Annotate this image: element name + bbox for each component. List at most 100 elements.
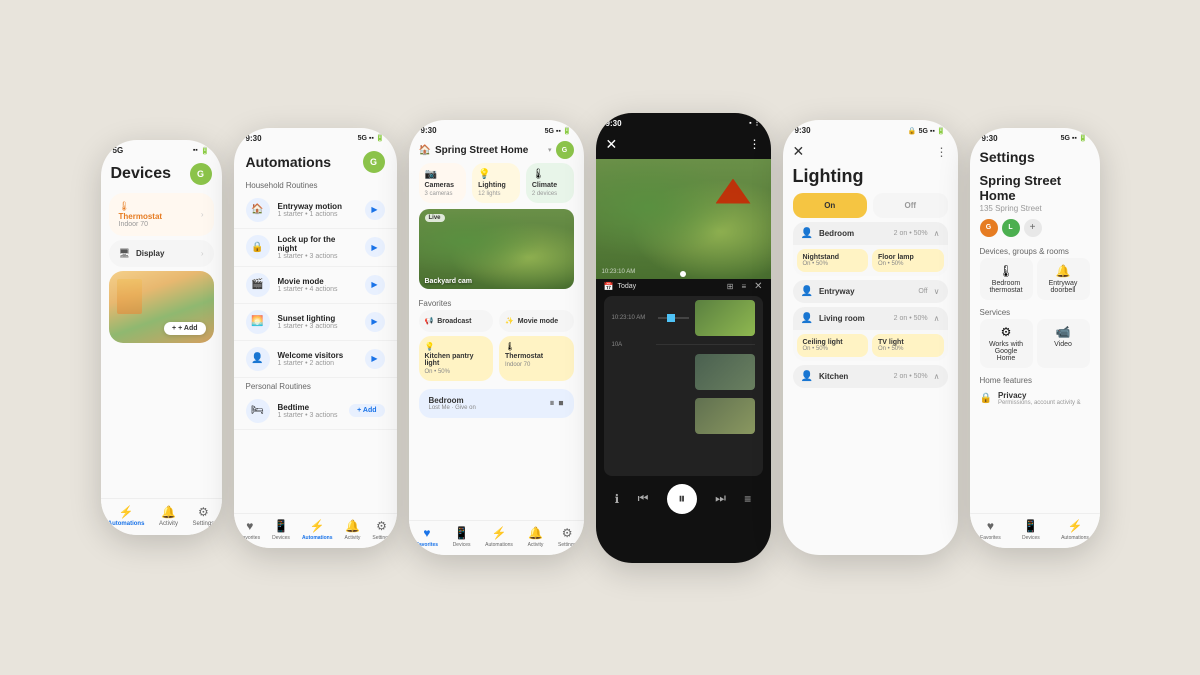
add-button[interactable]: + + Add	[164, 322, 205, 335]
nav2-favorites[interactable]: ♥ Favorites	[240, 519, 261, 541]
nav3-favorites[interactable]: ♥ Favorites	[416, 526, 438, 548]
nightstand-card[interactable]: Nightstand On • 50%	[797, 249, 869, 272]
nav6-favorites[interactable]: ♥ Favorites	[980, 519, 1001, 541]
next-icon[interactable]: ⏭	[715, 491, 726, 506]
member-avatar-2[interactable]: L	[1002, 219, 1020, 237]
nav-activity[interactable]: 🔔 Activity	[159, 505, 178, 527]
kitchen-light-card[interactable]: 💡 Kitchen pantry light On • 50%	[419, 336, 494, 381]
timeline-item-1[interactable]: 10:23:10 AM	[604, 296, 763, 340]
play-btn-1[interactable]: ▶	[365, 237, 385, 257]
kitchen-room-header[interactable]: 👤 Kitchen 2 on • 50% ∧	[793, 365, 948, 388]
ceiling-card[interactable]: Ceiling light On • 50%	[797, 334, 869, 357]
timeline-item-3[interactable]	[604, 394, 763, 438]
automation-text-3: Sunset lighting 1 starter • 3 actions	[278, 314, 357, 330]
on-toggle[interactable]: On	[793, 193, 868, 218]
chevron-kitchen: ∧	[934, 372, 940, 381]
info-icon[interactable]: ℹ	[615, 492, 620, 506]
camera-main-view: 10:23:10 AM	[596, 159, 771, 279]
video-card[interactable]: 📹 Video	[1037, 319, 1090, 368]
kitchen-section: 👤 Kitchen 2 on • 50% ∧	[793, 365, 948, 388]
play-btn-0[interactable]: ▶	[365, 200, 385, 220]
more-icon[interactable]: ⋮	[749, 137, 761, 151]
tvlight-card[interactable]: TV light On • 50%	[872, 334, 944, 357]
nav3-activity[interactable]: 🔔 Activity	[528, 526, 544, 548]
section-favorites: Favorites	[409, 295, 584, 310]
automation-icon-4: 👤	[246, 347, 270, 371]
play-pause-btn[interactable]: ⏸	[667, 484, 697, 514]
chevron-icon-1: ›	[201, 210, 204, 219]
thumb-1[interactable]	[695, 300, 755, 336]
automation-bedtime[interactable]: 🛏 Bedtime 1 starter • 3 actions + Add	[234, 393, 397, 430]
thermostat-sub: Indoor 70	[119, 221, 163, 228]
climate-card[interactable]: 🌡 Climate 2 devices	[526, 163, 574, 203]
auto-icon: ⚡	[310, 519, 325, 533]
user-avatar-1[interactable]: G	[190, 163, 212, 185]
thermostat-card[interactable]: 🌡 Thermostat Indoor 70 ›	[109, 193, 214, 236]
status-bar-3: 9:30 5G ▪▪ 🔋	[409, 120, 584, 137]
user-avatar-3[interactable]: G	[556, 141, 574, 159]
automation-item-2[interactable]: 🎬 Movie mode 1 starter • 4 actions ▶	[234, 267, 397, 304]
time-label-1: 10:23:10 AM	[612, 315, 652, 321]
thumb-2[interactable]	[695, 354, 755, 390]
play-btn-2[interactable]: ▶	[365, 275, 385, 295]
play-btn-4[interactable]: ▶	[365, 349, 385, 369]
calendar-icon: 📅	[604, 282, 614, 291]
thermostat-card2[interactable]: 🌡 Thermostat Indoor 70	[499, 336, 574, 381]
automation-item-4[interactable]: 👤 Welcome visitors 1 starter • 2 action …	[234, 341, 397, 378]
user-avatar-2[interactable]: G	[363, 151, 385, 173]
settings-home-addr: 135 Spring Street	[970, 204, 1100, 219]
movie-mode-btn[interactable]: ✨ Movie mode	[499, 310, 574, 332]
nav2-activity[interactable]: 🔔 Activity	[345, 519, 361, 541]
camera-preview[interactable]: Live Backyard cam	[419, 209, 574, 289]
time-label-2: 10A	[612, 342, 652, 348]
close-btn-5[interactable]: ✕	[793, 143, 805, 160]
settings-header: Settings	[970, 145, 1100, 169]
nav6-devices[interactable]: 📱 Devices	[1022, 519, 1040, 541]
entryway-room-header[interactable]: 👤 Entryway Off ∨	[793, 280, 948, 303]
bedroom-thermostat-card[interactable]: 🌡 Bedroom thermostat	[980, 258, 1033, 300]
nav3-settings[interactable]: ⚙ Settings	[558, 526, 576, 548]
lighting-header: ✕ ⋮	[783, 137, 958, 166]
thermostat-label: Thermostat	[119, 212, 163, 221]
lighting-card[interactable]: 💡 Lighting 12 lights	[472, 163, 520, 203]
status-time-1: 5G	[113, 146, 124, 155]
automation-icon-0: 🏠	[246, 198, 270, 222]
nav2-devices[interactable]: 📱 Devices	[272, 519, 290, 541]
more-btn-5[interactable]: ⋮	[936, 145, 948, 159]
nav-settings[interactable]: ⚙ Settings	[193, 505, 215, 527]
nav6-automations[interactable]: ⚡ Automations	[1061, 519, 1089, 541]
nav2-automations[interactable]: ⚡ Automations	[302, 519, 333, 541]
bedroom-room-header[interactable]: 👤 Bedroom 2 on • 50% ∧	[793, 222, 948, 245]
automation-text-bed: Bedtime 1 starter • 3 actions	[278, 403, 342, 419]
floorlamp-card[interactable]: Floor lamp On • 50%	[872, 249, 944, 272]
automation-text-4: Welcome visitors 1 starter • 2 action	[278, 351, 357, 367]
display-card[interactable]: 🖥 Display ›	[109, 240, 214, 267]
livingroom-room-header[interactable]: 👤 Living room 2 on • 50% ∧	[793, 307, 948, 330]
nav2-settings[interactable]: ⚙ Settings	[372, 519, 390, 541]
automation-item-1[interactable]: 🔒 Lock up for the night 1 starter • 3 ac…	[234, 229, 397, 267]
section-features-label: Home features	[970, 372, 1100, 387]
bedroom-devices: Nightstand On • 50% Floor lamp On • 50%	[793, 245, 948, 276]
broadcast-btn[interactable]: 📢 Broadcast	[419, 310, 494, 332]
nav3-devices[interactable]: 📱 Devices	[453, 526, 471, 548]
nav-automations[interactable]: ⚡ Automations	[108, 505, 145, 527]
cameras-card[interactable]: 📷 Cameras 3 cameras	[419, 163, 467, 203]
scrubber-dot[interactable]	[680, 271, 686, 277]
close-icon[interactable]: ✕	[606, 136, 618, 153]
prev-icon[interactable]: ⏮	[638, 491, 649, 506]
timeline-item-2[interactable]	[604, 350, 763, 394]
privacy-row[interactable]: 🔒 Privacy Permissions, account activity …	[970, 387, 1100, 410]
automation-item-0[interactable]: 🏠 Entryway motion 1 starter • 1 actions …	[234, 192, 397, 229]
nav3-automations[interactable]: ⚡ Automations	[485, 526, 513, 548]
add-member-btn[interactable]: +	[1024, 219, 1042, 237]
bedroom-card[interactable]: Bedroom Lost Me · Give on ⏸ ⏹	[419, 389, 574, 418]
automation-item-3[interactable]: 🌅 Sunset lighting 1 starter • 3 actions …	[234, 304, 397, 341]
entryway-doorbell-card[interactable]: 🔔 Entryway doorbell	[1037, 258, 1090, 300]
add-routine-btn[interactable]: + Add	[349, 404, 384, 417]
thumb-3[interactable]	[695, 398, 755, 434]
google-home-card[interactable]: ⚙ Works with Google Home	[980, 319, 1033, 368]
play-btn-3[interactable]: ▶	[365, 312, 385, 332]
member-avatar-1[interactable]: G	[980, 219, 998, 237]
menu-icon[interactable]: ≡	[744, 492, 751, 506]
off-toggle[interactable]: Off	[873, 193, 948, 218]
